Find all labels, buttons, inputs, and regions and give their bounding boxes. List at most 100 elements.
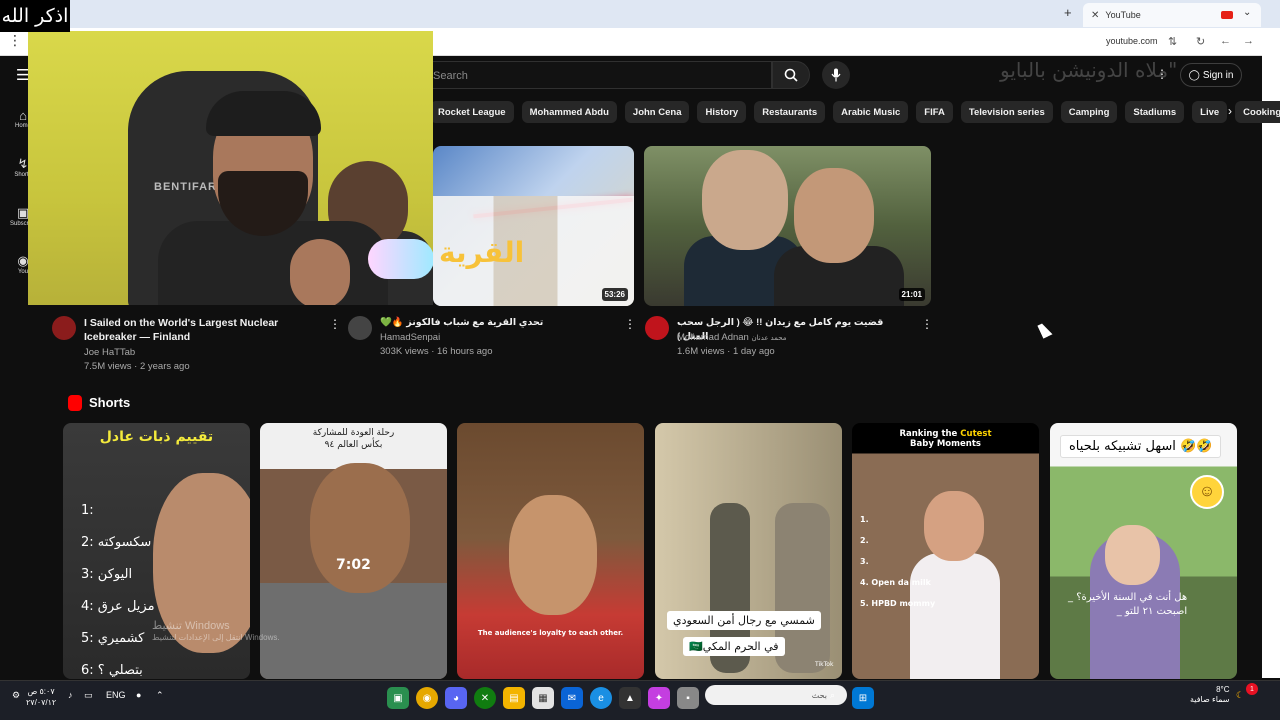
close-tab-icon[interactable]: ✕ — [1091, 10, 1099, 21]
duration-badge: 53:26 — [601, 288, 628, 301]
chip[interactable]: Restaurants — [754, 101, 826, 123]
edge-icon[interactable]: e — [590, 687, 612, 709]
notification-badge[interactable]: 1 — [1246, 683, 1258, 695]
video-stats: 7.5M views · 2 years ago — [84, 361, 190, 372]
mic-tray-icon[interactable]: ● — [136, 690, 141, 700]
chip[interactable]: Live — [1192, 101, 1228, 123]
settings-kebab-icon[interactable]: ⋮ — [1156, 67, 1168, 81]
start-icon[interactable]: ⊞ — [852, 687, 874, 709]
page-scrollbar[interactable] — [1262, 28, 1280, 678]
thumbnail-title-art: القرية — [439, 236, 525, 269]
short-card[interactable]: رحلة العودة للمشاركة بكأس العالم ٩٤ 7:02 — [260, 423, 447, 679]
tray-chevron-icon[interactable]: ⌃ — [156, 690, 164, 701]
reload-icon[interactable]: ↻ — [1196, 35, 1205, 48]
chip[interactable]: Arabic Music — [833, 101, 909, 123]
chip[interactable]: Television series — [960, 101, 1053, 123]
stream-overlay-zikr: اذكر الله — [0, 0, 70, 32]
avatar[interactable] — [52, 316, 76, 340]
short-caption: Ranking the Cutest Baby Moments — [852, 429, 1039, 449]
epic-games-icon[interactable]: ▲ — [619, 687, 641, 709]
short-card[interactable]: Ranking the Cutest Baby Moments 1. 2. 3.… — [852, 423, 1039, 679]
chip[interactable]: Cooking — [1235, 101, 1280, 123]
xbox-icon[interactable]: ✕ — [474, 687, 496, 709]
tab-search-chevron-icon[interactable]: ⌄ — [1243, 7, 1251, 18]
chair-brand: BENTIFAR — [154, 181, 217, 193]
search-icon: ⌕ — [830, 690, 836, 700]
short-list-item: 2. — [860, 536, 869, 545]
short-subtitle: _ هل أنت في السنة الأخيرة؟ _ اصبحت ٢١ لل… — [1068, 591, 1187, 619]
video-thumbnail[interactable]: القرية 53:26 — [433, 146, 634, 306]
short-caption-line: Baby Moments — [910, 439, 981, 449]
avatar[interactable] — [348, 316, 372, 340]
taskbar-clock[interactable]: ٥:٠٧ ص ٢٧/٠٧/١٢ — [26, 686, 56, 708]
voice-search-button[interactable] — [822, 61, 850, 89]
file-explorer-icon[interactable]: ▤ — [503, 687, 525, 709]
taskbar-search-input[interactable]: بحث — [705, 685, 847, 705]
short-list-item: 5. HPBD mommy — [860, 599, 936, 608]
language-indicator[interactable]: ENG — [106, 690, 126, 700]
lamp — [368, 239, 433, 279]
chip[interactable]: John Cena — [624, 101, 690, 123]
avatar[interactable] — [645, 316, 669, 340]
thumbnail-art — [702, 150, 788, 250]
short-list-item: 2: سكسوكته — [81, 535, 152, 550]
network-icon[interactable]: ▭ — [84, 690, 93, 701]
short-caption: اسهل تشبيكه بلحياه 🤣🤣 — [1060, 435, 1222, 458]
youtube-favicon-icon — [1221, 11, 1233, 19]
search-icon — [784, 68, 798, 82]
app-icon[interactable]: ▪ — [677, 687, 699, 709]
search-input[interactable]: Search — [420, 61, 772, 89]
sign-in-button[interactable]: ◯ Sign in — [1180, 63, 1242, 87]
short-caption-highlight: Cutest — [960, 429, 992, 439]
app-icon[interactable]: ▣ — [387, 687, 409, 709]
url-text[interactable]: youtube.com — [1106, 36, 1158, 46]
mic-icon — [831, 68, 841, 82]
chip[interactable]: Mohammed Abdu — [521, 101, 617, 123]
back-icon[interactable]: ← — [1220, 35, 1231, 47]
short-art — [310, 463, 410, 593]
channel-name[interactable]: Joe HaTTab — [84, 347, 135, 358]
short-card[interactable]: شمسي مع رجال أمن السعودي 🇸🇦في الحرم المك… — [655, 423, 842, 679]
short-art — [260, 583, 447, 679]
chips-next-arrow-icon[interactable]: › — [1228, 104, 1232, 118]
short-caption-line: Ranking the — [899, 429, 958, 439]
site-settings-icon[interactable]: ⇅ — [1168, 35, 1177, 48]
tab-title: YouTube — [1105, 10, 1141, 20]
chip[interactable]: Camping — [1060, 101, 1118, 123]
stream-overlay-banner: ملاه الدونيشن بالبايو" — [1000, 58, 1178, 82]
short-card[interactable]: ☺ اسهل تشبيكه بلحياه 🤣🤣 _ هل أنت في السن… — [1050, 423, 1237, 679]
volume-icon[interactable]: ♪ — [68, 690, 73, 700]
copilot-icon[interactable]: ✦ — [648, 687, 670, 709]
channel-name[interactable]: Mohamad Adnan محمد عدنان — [677, 332, 787, 343]
streamer — [290, 239, 350, 305]
browser-tab-youtube[interactable]: ✕ YouTube — [1083, 3, 1261, 27]
chip[interactable]: Stadiums — [1125, 101, 1185, 123]
chip[interactable]: Rocket League — [430, 101, 514, 123]
video-menu-icon[interactable]: ⋮ — [921, 317, 933, 331]
video-menu-icon[interactable]: ⋮ — [624, 317, 636, 331]
video-title[interactable]: I Sailed on the World's Largest Nuclear … — [84, 316, 324, 344]
clock-time: ٥:٠٧ ص — [27, 687, 55, 696]
video-title[interactable]: 💚🔥 تحدي القرية مع شباب فالكونز — [380, 316, 610, 330]
short-list-item: 4. Open da milk — [860, 578, 931, 587]
weather-widget[interactable]: 8°C سماء صافية — [1190, 685, 1230, 705]
accessibility-icon[interactable]: ⚙ — [12, 690, 20, 701]
duration-badge: 21:01 — [898, 288, 925, 301]
channel-name[interactable]: HamadSenpai — [380, 332, 440, 343]
chip[interactable]: FIFA — [916, 101, 953, 123]
video-menu-icon[interactable]: ⋮ — [329, 317, 341, 331]
browser-menu-icon[interactable]: ⋮ — [8, 32, 22, 49]
chip[interactable]: History — [697, 101, 747, 123]
store-icon[interactable]: ▦ — [532, 687, 554, 709]
short-caption: تقييم ذبات عادل — [99, 429, 214, 445]
discord-icon[interactable]: ◕ — [445, 687, 467, 709]
streamer-webcam-overlay: BENTIFAR — [28, 31, 433, 305]
mail-icon[interactable]: ✉ — [561, 687, 583, 709]
category-chips: Rocket League Mohammed Abdu John Cena Hi… — [430, 101, 1280, 123]
search-button[interactable] — [772, 61, 810, 89]
chrome-icon[interactable]: ◉ — [416, 687, 438, 709]
forward-icon[interactable]: → — [1243, 35, 1254, 47]
new-tab-button[interactable]: + — [1064, 5, 1072, 20]
video-thumbnail[interactable]: 21:01 — [644, 146, 931, 306]
short-card[interactable]: The audience's loyalty to each other. — [457, 423, 644, 679]
